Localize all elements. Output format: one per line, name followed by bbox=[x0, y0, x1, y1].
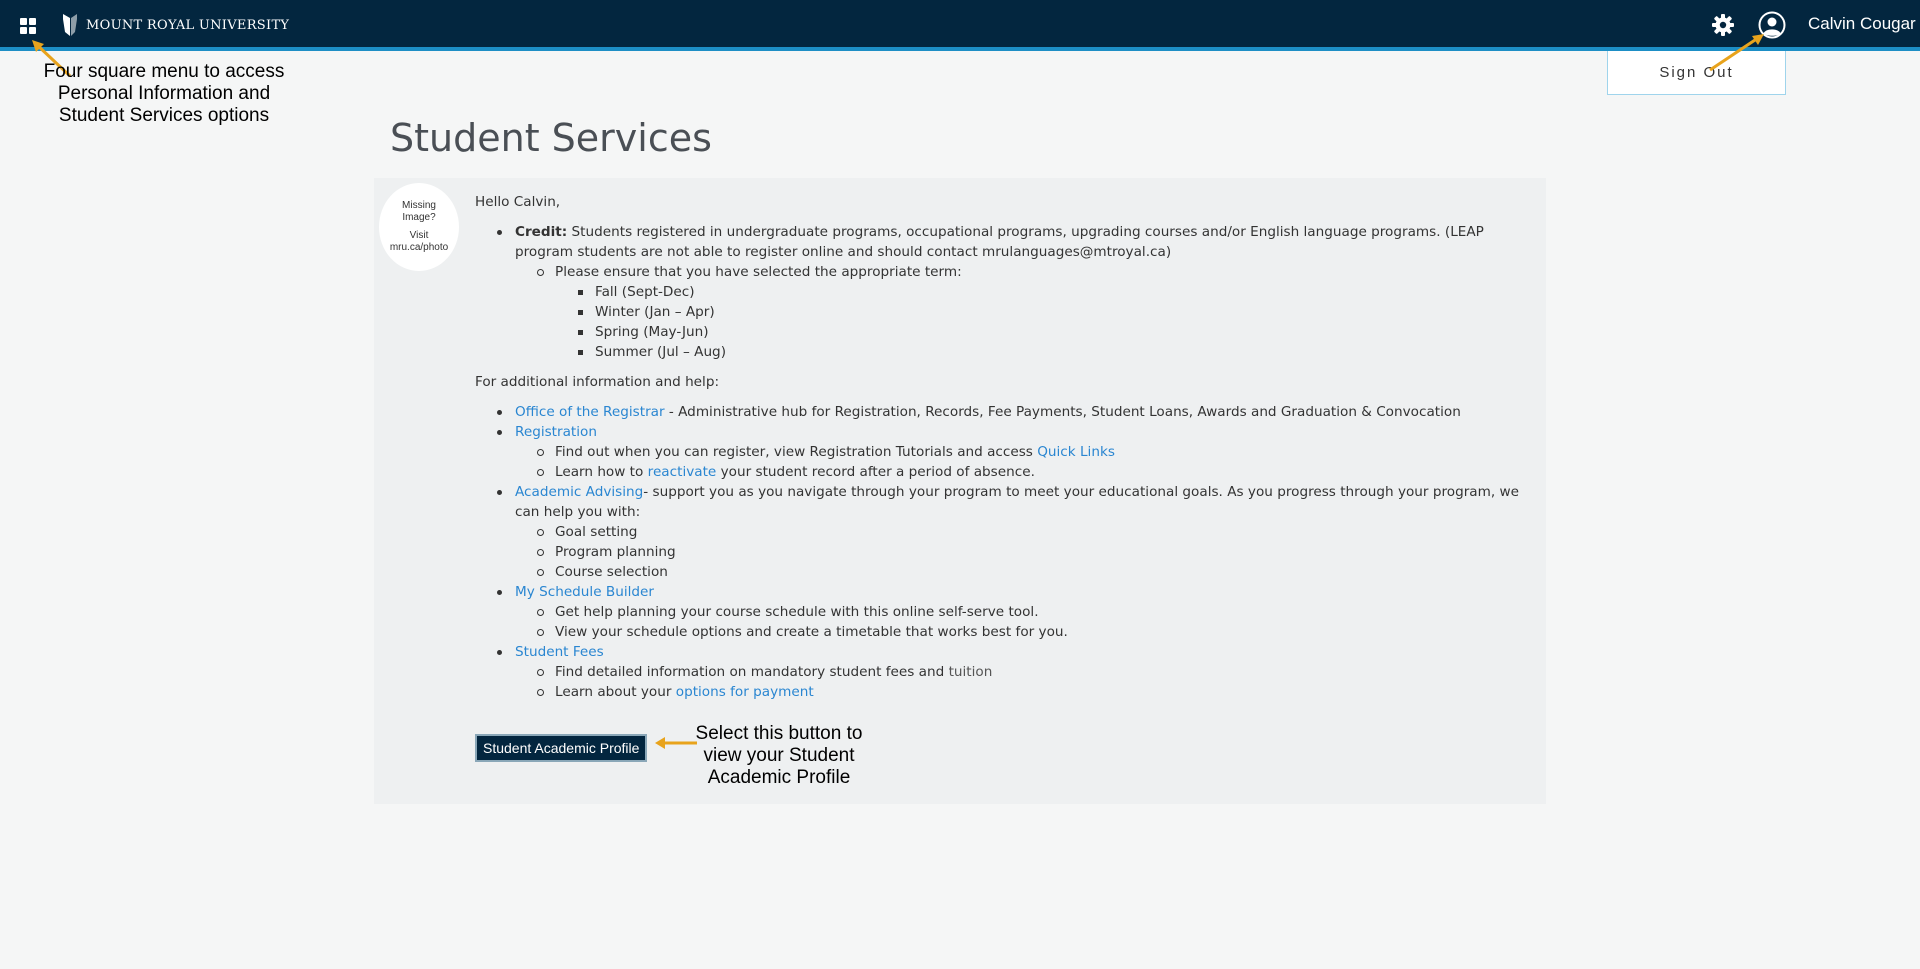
registration-link[interactable]: Registration bbox=[515, 424, 597, 440]
list-item: Learn about your options for payment bbox=[515, 682, 1535, 702]
list-item: Student Fees Find detailed information o… bbox=[475, 642, 1535, 702]
advising-item: Program planning bbox=[515, 542, 1535, 562]
advising-item: Course selection bbox=[515, 562, 1535, 582]
fees-text-1: Find detailed information on mandatory s… bbox=[555, 664, 949, 680]
university-name: MOUNT ROYAL UNIVERSITY bbox=[86, 17, 290, 33]
payment-options-link[interactable]: options for payment bbox=[676, 684, 814, 700]
registration-text-2-pre: Learn how to bbox=[555, 464, 648, 480]
student-fees-link[interactable]: Student Fees bbox=[515, 644, 604, 660]
help-list: Office of the Registrar - Administrative… bbox=[475, 402, 1535, 702]
list-item: Academic Advising- support you as you na… bbox=[475, 482, 1535, 582]
tuition-link[interactable]: tuition bbox=[949, 664, 993, 680]
four-square-menu-icon[interactable] bbox=[20, 18, 36, 34]
photo-visit-text: Visit mru.ca/photo bbox=[389, 230, 449, 253]
list-item: Find detailed information on mandatory s… bbox=[515, 662, 1535, 682]
academic-advising-link[interactable]: Academic Advising bbox=[515, 484, 643, 500]
list-item: Please ensure that you have selected the… bbox=[515, 262, 1535, 362]
page-title: Student Services bbox=[390, 116, 712, 160]
student-services-panel: Missing Image? Visit mru.ca/photo Hello … bbox=[374, 178, 1546, 804]
registrar-link[interactable]: Office of the Registrar bbox=[515, 404, 665, 420]
advising-item: Goal setting bbox=[515, 522, 1535, 542]
schedule-item: Get help planning your course schedule w… bbox=[515, 602, 1535, 622]
registration-text-2-post: your student record after a period of ab… bbox=[716, 464, 1035, 480]
list-item: Credit: Students registered in undergrad… bbox=[475, 222, 1535, 362]
list-item: My Schedule Builder Get help planning yo… bbox=[475, 582, 1535, 642]
term-intro: Please ensure that you have selected the… bbox=[555, 264, 962, 280]
term-item: Summer (Jul – Aug) bbox=[555, 342, 1535, 362]
credit-text: Students registered in undergraduate pro… bbox=[515, 224, 1484, 260]
registrar-text: - Administrative hub for Registration, R… bbox=[664, 404, 1461, 420]
help-intro: For additional information and help: bbox=[475, 374, 720, 390]
list-item: Find out when you can register, view Reg… bbox=[515, 442, 1535, 462]
annotation-menu-note: Four square menu to access Personal Info… bbox=[43, 61, 285, 126]
term-item: Winter (Jan – Apr) bbox=[555, 302, 1535, 322]
annotation-arrow-user bbox=[1709, 34, 1764, 72]
credit-list: Credit: Students registered in undergrad… bbox=[475, 222, 1535, 362]
term-item: Fall (Sept-Dec) bbox=[555, 282, 1535, 302]
services-content: Hello Calvin, Credit: Students registere… bbox=[475, 192, 1535, 762]
university-logo[interactable]: MOUNT ROYAL UNIVERSITY bbox=[62, 13, 289, 37]
advising-text: - support you as you navigate through yo… bbox=[515, 484, 1519, 520]
list-item: Learn how to reactivate your student rec… bbox=[515, 462, 1535, 482]
fees-text-2: Learn about your bbox=[555, 684, 676, 700]
greeting: Hello Calvin, bbox=[475, 194, 561, 210]
quick-links-link[interactable]: Quick Links bbox=[1037, 444, 1115, 460]
list-item: Registration Find out when you can regis… bbox=[475, 422, 1535, 482]
reactivate-link[interactable]: reactivate bbox=[648, 464, 717, 480]
photo-missing-text: Missing Image? bbox=[402, 200, 436, 223]
student-photo-placeholder: Missing Image? Visit mru.ca/photo bbox=[379, 183, 459, 271]
list-item: Office of the Registrar - Administrative… bbox=[475, 402, 1535, 422]
annotation-button-note: Select this button to view your Student … bbox=[695, 723, 863, 788]
shield-logo-icon bbox=[63, 14, 77, 36]
schedule-item: View your schedule options and create a … bbox=[515, 622, 1535, 642]
top-navigation-bar: MOUNT ROYAL UNIVERSITY Calvin Cougar bbox=[0, 0, 1920, 51]
term-item: Spring (May-Jun) bbox=[555, 322, 1535, 342]
registration-text-1: Find out when you can register, view Reg… bbox=[555, 444, 1038, 460]
schedule-builder-link[interactable]: My Schedule Builder bbox=[515, 584, 654, 600]
credit-label: Credit: bbox=[515, 224, 568, 240]
user-name[interactable]: Calvin Cougar bbox=[1808, 14, 1916, 34]
student-academic-profile-button[interactable]: Student Academic Profile bbox=[475, 734, 648, 762]
